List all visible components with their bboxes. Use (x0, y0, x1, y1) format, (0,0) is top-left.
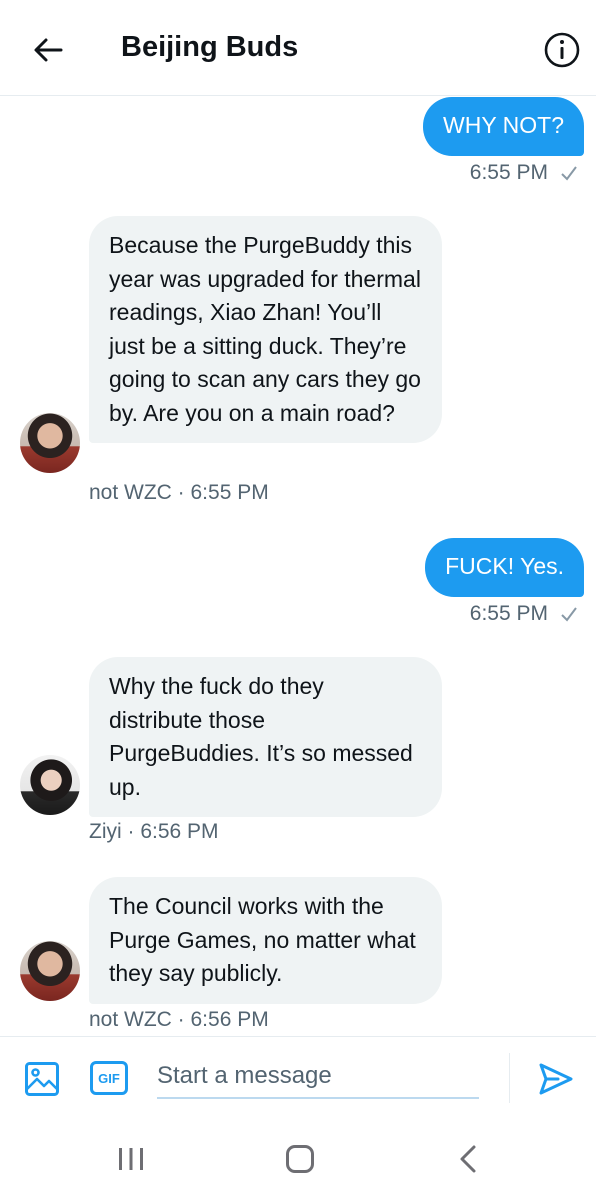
checkmark-icon (561, 607, 577, 622)
message-composer: GIF (0, 1036, 596, 1110)
message-meta: not WZC · 6:56 PM (89, 1008, 269, 1031)
recents-icon[interactable] (116, 1146, 146, 1172)
gif-button[interactable]: GIF (90, 1061, 128, 1095)
message-bubble-outgoing[interactable]: WHY NOT? (423, 97, 584, 156)
composer-divider (509, 1053, 510, 1103)
info-button[interactable] (542, 30, 582, 70)
chevron-left-icon[interactable] (456, 1144, 480, 1174)
message-meta: 6:55 PM (470, 161, 578, 185)
info-circle-icon (544, 32, 580, 68)
back-button[interactable] (28, 30, 68, 70)
message-meta: 6:55 PM (470, 602, 578, 626)
message-meta: not WZC · 6:55 PM (89, 481, 269, 504)
add-media-button[interactable] (24, 1061, 60, 1097)
home-icon[interactable] (286, 1145, 314, 1173)
send-button[interactable] (536, 1059, 576, 1099)
message-list[interactable]: WHY NOT? 6:55 PM Because the PurgeBuddy … (0, 97, 596, 1035)
avatar[interactable] (20, 941, 80, 1001)
message-bubble-outgoing[interactable]: FUCK! Yes. (425, 538, 584, 597)
avatar[interactable] (20, 413, 80, 473)
message-time: 6:55 PM (469, 602, 548, 625)
image-icon (25, 1062, 59, 1096)
conversation-title[interactable]: Beijing Buds (121, 31, 298, 64)
message-bubble-incoming[interactable]: Why the fuck do they distribute those Pu… (89, 657, 442, 817)
system-navigation-bar (0, 1110, 596, 1200)
message-input[interactable] (157, 1055, 479, 1099)
message-bubble-incoming[interactable]: The Council works with the Purge Games, … (89, 877, 442, 1004)
checkmark-icon (561, 166, 577, 181)
message-bubble-incoming[interactable]: Because the PurgeBuddy this year was upg… (89, 216, 442, 443)
message-time: 6:55 PM (469, 161, 548, 184)
arrow-left-icon (34, 38, 63, 62)
conversation-header: Beijing Buds (0, 0, 596, 96)
paper-plane-icon (539, 1063, 573, 1095)
message-meta: Ziyi · 6:56 PM (89, 820, 219, 843)
avatar[interactable] (20, 755, 80, 815)
